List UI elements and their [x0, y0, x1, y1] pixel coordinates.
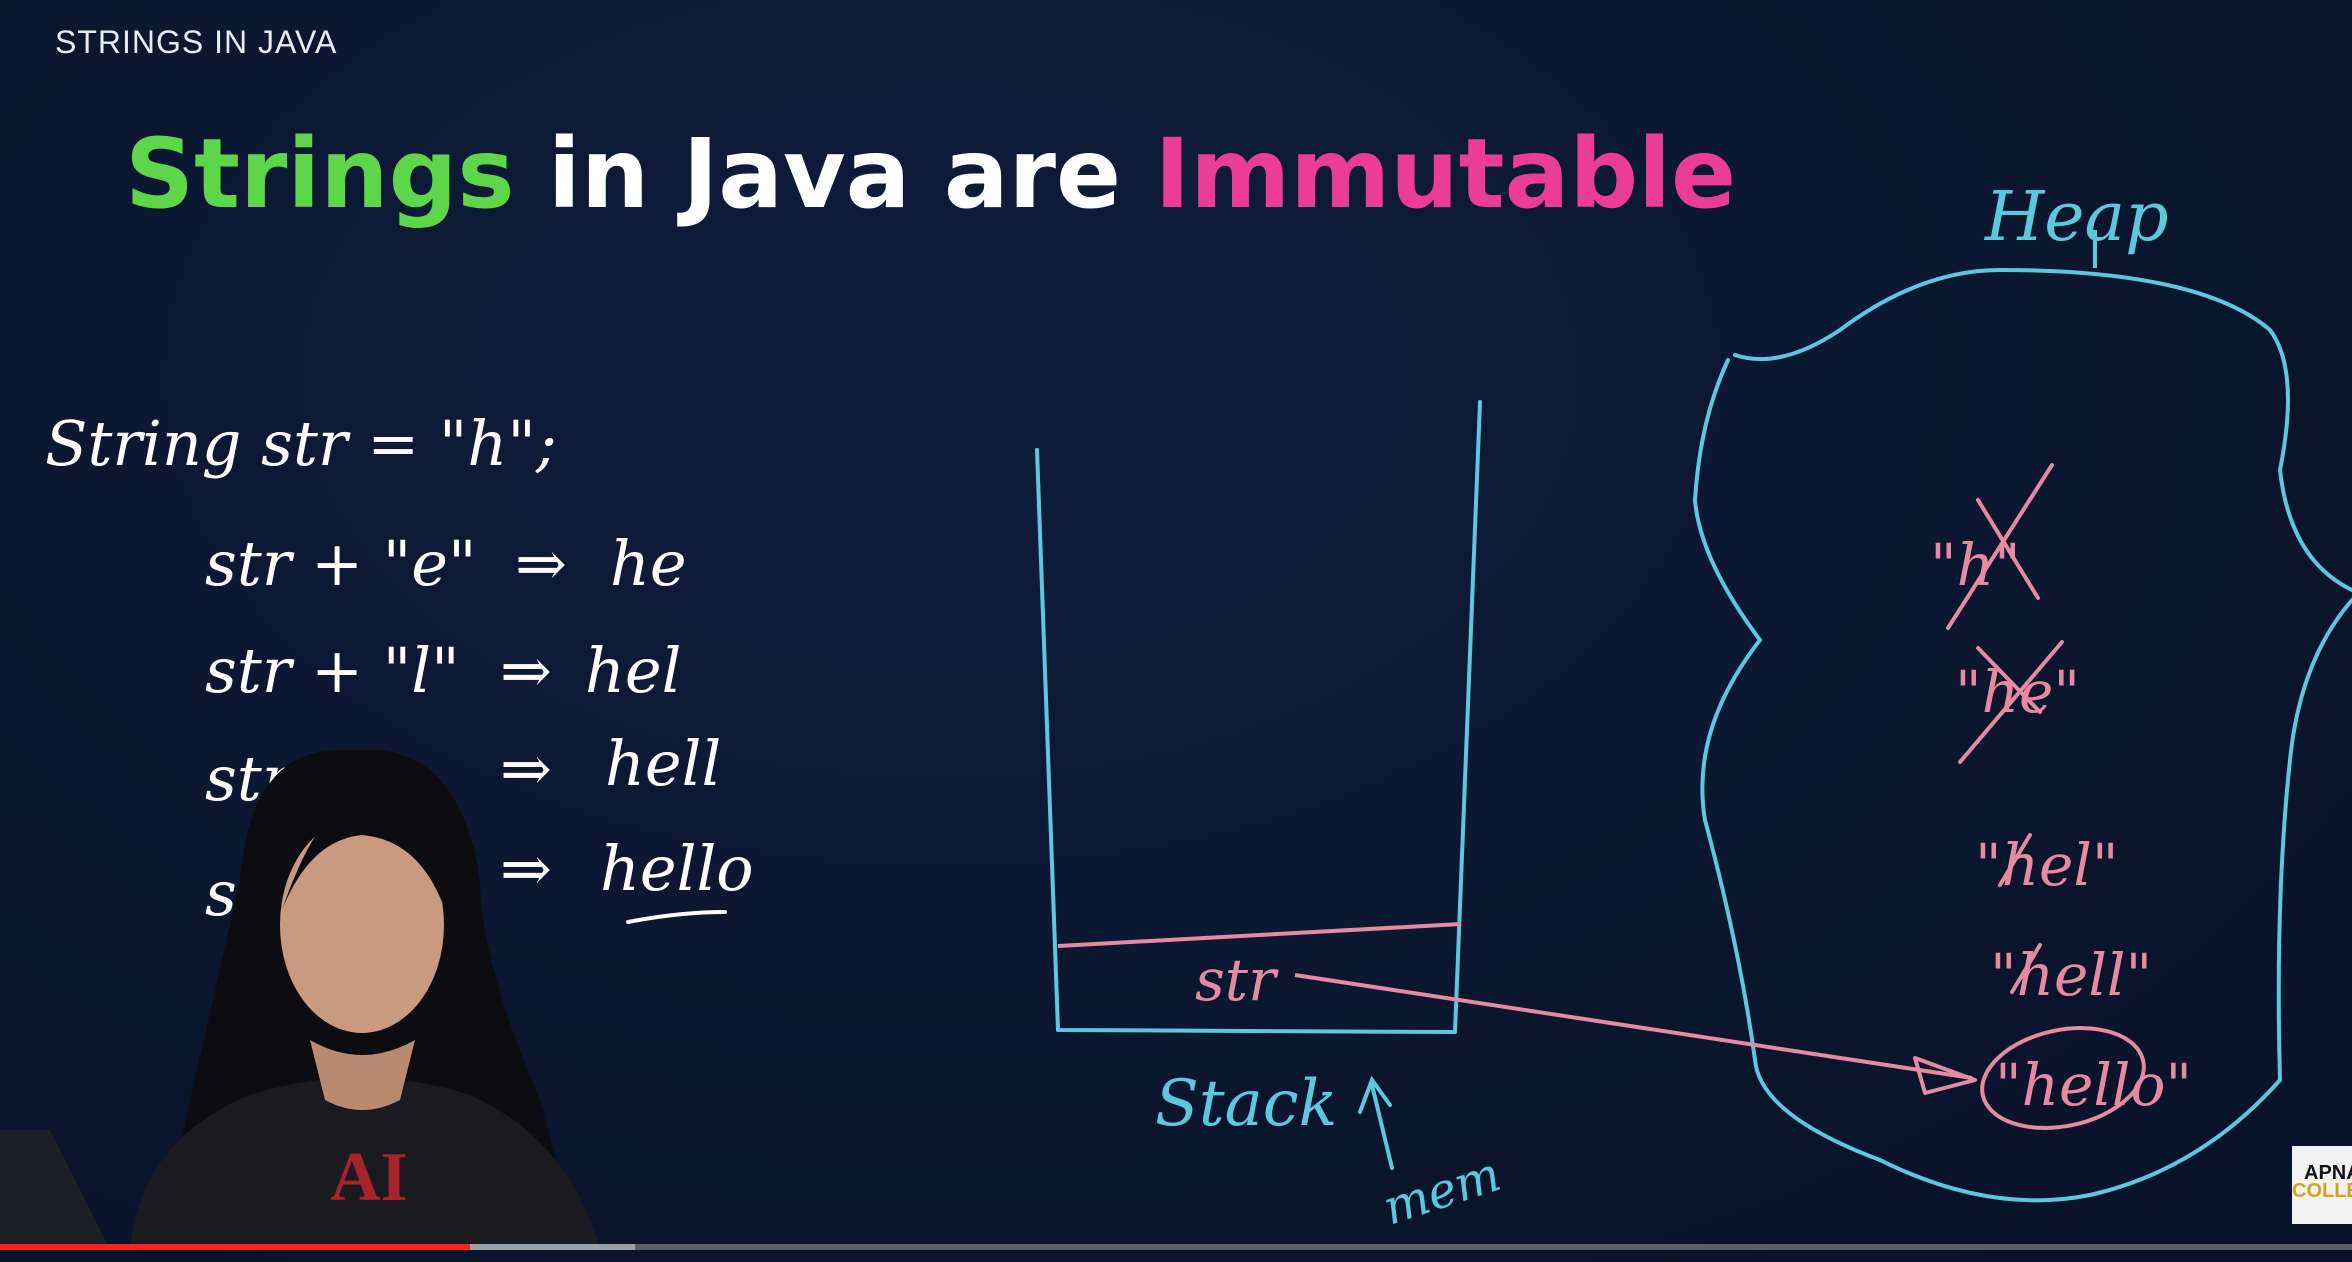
hello-underline — [626, 910, 727, 924]
stack-frame-divider — [1057, 922, 1462, 948]
step-1-arrow: ⇒ — [515, 527, 567, 600]
stack-label: Stack — [1155, 1067, 1337, 1141]
heap-object-hell: "hell" — [1990, 941, 2152, 1009]
presenter-webcam: AI — [130, 750, 600, 1250]
step-4-result: hello — [600, 832, 754, 905]
channel-logo: APNA COLLEGE — [2292, 1146, 2352, 1224]
step-2-expr: str + "l" — [205, 634, 460, 707]
step-2-result: hel — [585, 634, 681, 707]
laptop-edge — [0, 1130, 110, 1250]
mem-label: mem — [1376, 1146, 1507, 1236]
svg-text:AI: AI — [330, 1139, 408, 1216]
heap-object-hel: "hel" — [1975, 831, 2119, 899]
stack-variable: str — [1195, 946, 1279, 1014]
code-declaration: String str = "h"; — [45, 407, 557, 480]
heap-label: Heap — [1983, 178, 2169, 257]
mem-arrow — [1358, 1075, 1394, 1170]
reference-pointer — [1294, 973, 1973, 1080]
stack-container — [1035, 400, 1482, 1034]
heap-object-hello: "hello" — [1995, 1051, 2192, 1119]
video-played-bar — [0, 1244, 471, 1250]
video-progress-bar[interactable] — [0, 1244, 2352, 1250]
logo-line-2: COLLEGE — [2292, 1180, 2352, 1202]
step-1-result: he — [610, 527, 687, 600]
step-2-arrow: ⇒ — [500, 634, 552, 707]
step-3-result: hell — [605, 727, 721, 800]
lecture-slide: STRINGS IN JAVA Strings in Java are Immu… — [0, 0, 2352, 1262]
step-1-expr: str + "e" — [205, 527, 476, 600]
